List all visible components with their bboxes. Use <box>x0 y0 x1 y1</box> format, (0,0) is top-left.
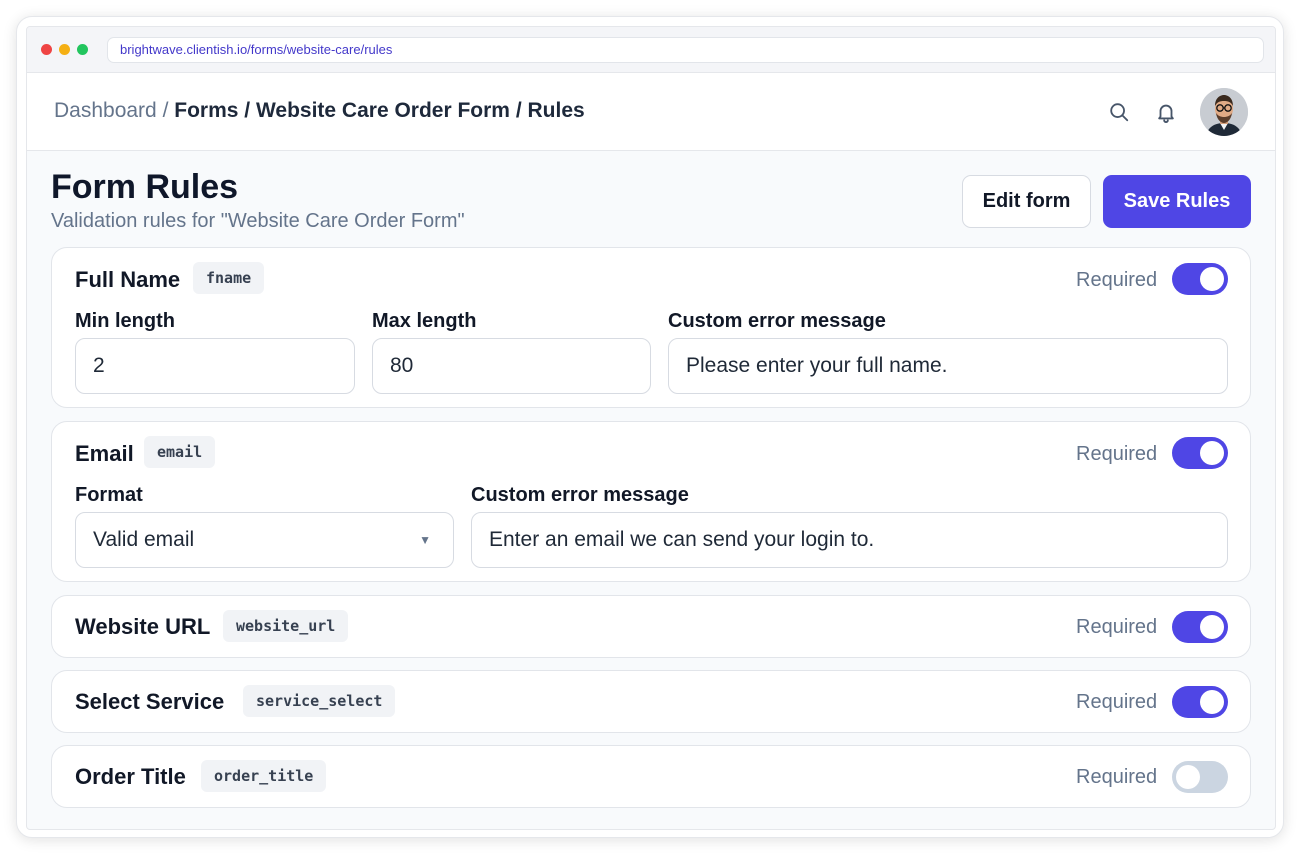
breadcrumb: Dashboard / Forms / Website Care Order F… <box>54 99 585 123</box>
app-header: Dashboard / Forms / Website Care Order F… <box>27 73 1275 151</box>
field-key-badge: service_select <box>243 685 396 717</box>
search-icon[interactable] <box>1108 101 1130 123</box>
main-content: Form Rules Validation rules for "Website… <box>27 151 1275 829</box>
field-name: Full Name <box>75 267 181 292</box>
bell-icon[interactable] <box>1155 101 1177 123</box>
toggle-knob <box>1200 267 1224 291</box>
breadcrumb-separator: / <box>156 99 175 122</box>
maximize-window-dot[interactable] <box>77 44 88 55</box>
required-toggle[interactable] <box>1172 437 1228 469</box>
format-select-value: Valid email <box>93 528 195 551</box>
edit-form-button[interactable]: Edit form <box>962 175 1091 228</box>
field-key-badge: order_title <box>201 760 327 792</box>
required-toggle[interactable] <box>1172 761 1228 793</box>
field-name: Order Title <box>75 764 186 789</box>
rule-card-order-title: Order Title order_title Required <box>51 745 1251 808</box>
rule-card-fname: Full Name fname Required Min length 2 Ma… <box>51 247 1251 408</box>
page-subtitle: Validation rules for "Website Care Order… <box>51 210 465 232</box>
max-length-input[interactable]: 80 <box>372 338 651 394</box>
rule-card-service-select: Select Service service_select Required <box>51 670 1251 733</box>
min-length-label: Min length <box>75 310 175 332</box>
field-key-badge: email <box>144 436 216 468</box>
required-label: Required <box>1076 269 1158 291</box>
required-label: Required <box>1076 691 1158 713</box>
page-title: Form Rules <box>51 168 239 206</box>
browser-window: brightwave.clientish.io/forms/website-ca… <box>16 16 1284 838</box>
save-rules-button[interactable]: Save Rules <box>1103 175 1251 228</box>
close-window-dot[interactable] <box>41 44 52 55</box>
browser-titlebar: brightwave.clientish.io/forms/website-ca… <box>27 27 1275 73</box>
field-name: Website URL <box>75 614 211 639</box>
breadcrumb-forms[interactable]: Forms <box>174 99 238 122</box>
field-name: Email <box>75 441 134 466</box>
field-key-badge: fname <box>193 262 265 294</box>
address-bar[interactable]: brightwave.clientish.io/forms/website-ca… <box>107 37 1264 63</box>
field-name: Select Service <box>75 689 225 714</box>
avatar[interactable] <box>1200 88 1248 136</box>
error-message-label: Custom error message <box>471 484 689 506</box>
error-message-label: Custom error message <box>668 310 886 332</box>
browser-frame: brightwave.clientish.io/forms/website-ca… <box>26 26 1276 830</box>
required-label: Required <box>1076 766 1158 788</box>
format-select[interactable]: Valid email ▼ <box>75 512 454 568</box>
chevron-down-icon: ▼ <box>419 533 431 547</box>
required-toggle[interactable] <box>1172 686 1228 718</box>
required-toggle[interactable] <box>1172 611 1228 643</box>
required-label: Required <box>1076 616 1158 638</box>
min-length-input[interactable]: 2 <box>75 338 355 394</box>
breadcrumb-dashboard[interactable]: Dashboard <box>54 99 157 122</box>
rule-card-email: Email email Required Format Valid email … <box>51 421 1251 582</box>
minimize-window-dot[interactable] <box>59 44 70 55</box>
breadcrumb-separator: / <box>238 99 256 122</box>
error-message-input[interactable]: Please enter your full name. <box>668 338 1228 394</box>
toggle-knob <box>1200 690 1224 714</box>
field-key-badge: website_url <box>223 610 349 642</box>
breadcrumb-current: Rules <box>527 99 585 122</box>
required-label: Required <box>1076 443 1158 465</box>
toggle-knob <box>1200 615 1224 639</box>
max-length-label: Max length <box>372 310 477 332</box>
breadcrumb-form[interactable]: Website Care Order Form <box>256 99 510 122</box>
breadcrumb-separator: / <box>509 99 528 122</box>
required-toggle[interactable] <box>1172 263 1228 295</box>
toggle-knob <box>1200 441 1224 465</box>
rule-card-website-url: Website URL website_url Required <box>51 595 1251 658</box>
error-message-input[interactable]: Enter an email we can send your login to… <box>471 512 1228 568</box>
user-avatar-icon <box>1200 88 1248 136</box>
toggle-knob <box>1176 765 1200 789</box>
format-label: Format <box>75 484 143 506</box>
